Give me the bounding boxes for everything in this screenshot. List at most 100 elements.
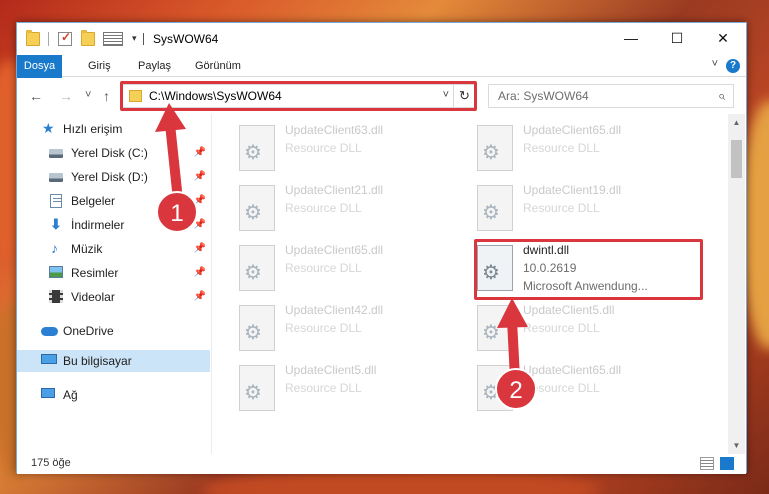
file-item[interactable]: UpdateClient63.dll Resource DLL	[239, 121, 459, 177]
dll-file-icon	[239, 125, 275, 171]
sidebar-item-label: Videolar	[71, 290, 115, 304]
pin-icon[interactable]: 📌	[194, 286, 206, 308]
search-input[interactable]: Ara: SysWOW64 ⌕	[488, 84, 734, 108]
tab-share[interactable]: Paylaş	[138, 55, 171, 77]
ribbon-tabs: Dosya Giriş Paylaş Görünüm ˅ ?	[17, 55, 746, 111]
tiles-view-icon[interactable]	[720, 457, 734, 470]
sidebar-item-videos[interactable]: Videolar 📌	[17, 286, 210, 308]
new-folder-icon[interactable]	[81, 30, 95, 46]
file-name: UpdateClient5.dll	[285, 363, 377, 377]
tab-home[interactable]: Giriş	[88, 55, 111, 77]
file-type: Resource DLL	[523, 381, 600, 395]
file-highlight-box	[474, 239, 703, 300]
sidebar-item-label: Ağ	[63, 388, 78, 402]
file-type: Resource DLL	[285, 381, 362, 395]
sidebar-item-label: Yerel Disk (D:)	[71, 170, 148, 184]
file-name: UpdateClient19.dll	[523, 183, 622, 197]
search-placeholder: Ara: SysWOW64	[498, 89, 589, 103]
sidebar-item-downloads[interactable]: ⬇ İndirmeler 📌	[17, 214, 210, 236]
sidebar-item-label: İndirmeler	[71, 218, 125, 232]
drive-icon	[49, 149, 63, 158]
ribbon-expand-icon[interactable]: ˅	[712, 58, 718, 70]
file-type: Resource DLL	[523, 321, 600, 335]
qat-dropdown-icon[interactable]: ▾	[132, 33, 137, 44]
scrollbar-thumb[interactable]	[731, 140, 742, 178]
maximize-button[interactable]: ☐	[654, 23, 700, 53]
dll-file-icon	[477, 365, 513, 411]
file-name: UpdateClient5.dll	[523, 303, 615, 317]
music-icon: ♪	[51, 240, 58, 256]
dll-file-icon	[239, 365, 275, 411]
pin-icon[interactable]: 📌	[194, 262, 206, 284]
file-item[interactable]: UpdateClient65.dll Resource DLL	[239, 241, 459, 297]
sidebar-item-this-pc[interactable]: Bu bilgisayar	[17, 350, 210, 372]
pin-icon[interactable]: 📌	[194, 238, 206, 260]
sidebar-item-label: Müzik	[71, 242, 103, 256]
scroll-up-icon[interactable]: ▲	[728, 114, 745, 131]
file-item[interactable]: UpdateClient65.dll Resource DLL	[477, 361, 697, 417]
properties-check-icon[interactable]	[58, 30, 72, 46]
dll-file-icon	[477, 125, 513, 171]
explorer-window: ▾ SysWOW64 — ☐ ✕ Dosya Giriş Paylaş Görü…	[16, 22, 747, 474]
sidebar-item-pictures[interactable]: Resimler 📌	[17, 262, 210, 284]
file-item[interactable]: UpdateClient19.dll Resource DLL	[477, 181, 697, 237]
dll-file-icon	[239, 245, 275, 291]
file-item[interactable]: UpdateClient42.dll Resource DLL	[239, 301, 459, 357]
documents-icon	[50, 194, 62, 208]
file-name: UpdateClient21.dll	[285, 183, 384, 197]
forward-button[interactable]: →	[59, 88, 73, 104]
videos-icon	[49, 290, 63, 303]
folder-icon	[26, 30, 40, 46]
sidebar-item-label: Bu bilgisayar	[63, 354, 132, 368]
search-icon[interactable]: ⌕	[718, 88, 725, 104]
file-name: UpdateClient65.dll	[523, 123, 622, 137]
file-item[interactable]: UpdateClient5.dll Resource DLL	[477, 301, 697, 357]
pin-icon[interactable]: 📌	[194, 142, 206, 164]
title-bar: ▾ SysWOW64 — ☐ ✕	[17, 23, 746, 55]
details-view-icon[interactable]	[700, 457, 714, 470]
file-type: Resource DLL	[523, 201, 600, 215]
star-icon: ★	[42, 120, 55, 136]
sidebar-item-onedrive[interactable]: OneDrive	[17, 320, 210, 342]
file-name: UpdateClient65.dll	[285, 243, 384, 257]
item-count: 175 öğe	[31, 457, 71, 469]
navigation-pane: ★ Hızlı erişim Yerel Disk (C:) 📌 Yerel D…	[17, 114, 212, 454]
file-item[interactable]: UpdateClient5.dll Resource DLL	[239, 361, 459, 417]
navigation-bar: ← → ˅ ↑ C:\Windows\SysWOW64 ˅ ↻ Ara: Sys…	[17, 78, 746, 114]
sidebar-item-label: Belgeler	[71, 194, 116, 208]
pin-icon[interactable]: 📌	[194, 214, 206, 236]
close-button[interactable]: ✕	[700, 23, 746, 53]
address-highlight-box	[120, 81, 477, 111]
dll-file-icon	[239, 305, 275, 351]
title-divider	[143, 33, 144, 45]
qat-divider	[48, 32, 49, 46]
up-button[interactable]: ↑	[103, 88, 110, 104]
file-type: Resource DLL	[285, 141, 362, 155]
drive-icon	[49, 173, 63, 182]
tab-view[interactable]: Görünüm	[195, 55, 241, 77]
sidebar-item-disk-d[interactable]: Yerel Disk (D:) 📌	[17, 166, 210, 188]
sidebar-item-quick-access[interactable]: ★ Hızlı erişim	[17, 118, 210, 140]
sidebar-item-documents[interactable]: Belgeler 📌	[17, 190, 210, 212]
quick-access-toolbar-icon[interactable]	[103, 32, 123, 46]
file-type: Resource DLL	[285, 261, 362, 275]
file-name: UpdateClient63.dll	[285, 123, 384, 137]
vertical-scrollbar[interactable]: ▲ ▼	[728, 114, 745, 454]
file-name: UpdateClient42.dll	[285, 303, 384, 317]
file-item[interactable]: UpdateClient65.dll Resource DLL	[477, 121, 697, 177]
sidebar-item-network[interactable]: Ağ	[17, 384, 210, 406]
pin-icon[interactable]: 📌	[194, 166, 206, 188]
dll-file-icon	[477, 185, 513, 231]
help-icon[interactable]: ?	[726, 59, 740, 73]
minimize-button[interactable]: —	[608, 23, 654, 53]
sidebar-item-disk-c[interactable]: Yerel Disk (C:) 📌	[17, 142, 210, 164]
status-bar: 175 öğe	[17, 454, 746, 474]
recent-locations-button[interactable]: ˅	[85, 89, 91, 101]
window-title: SysWOW64	[153, 32, 219, 46]
scroll-down-icon[interactable]: ▼	[728, 437, 745, 454]
pin-icon[interactable]: 📌	[194, 190, 206, 212]
file-item[interactable]: UpdateClient21.dll Resource DLL	[239, 181, 459, 237]
sidebar-item-music[interactable]: ♪ Müzik 📌	[17, 238, 210, 260]
back-button[interactable]: ←	[29, 88, 43, 104]
network-icon	[41, 388, 55, 398]
